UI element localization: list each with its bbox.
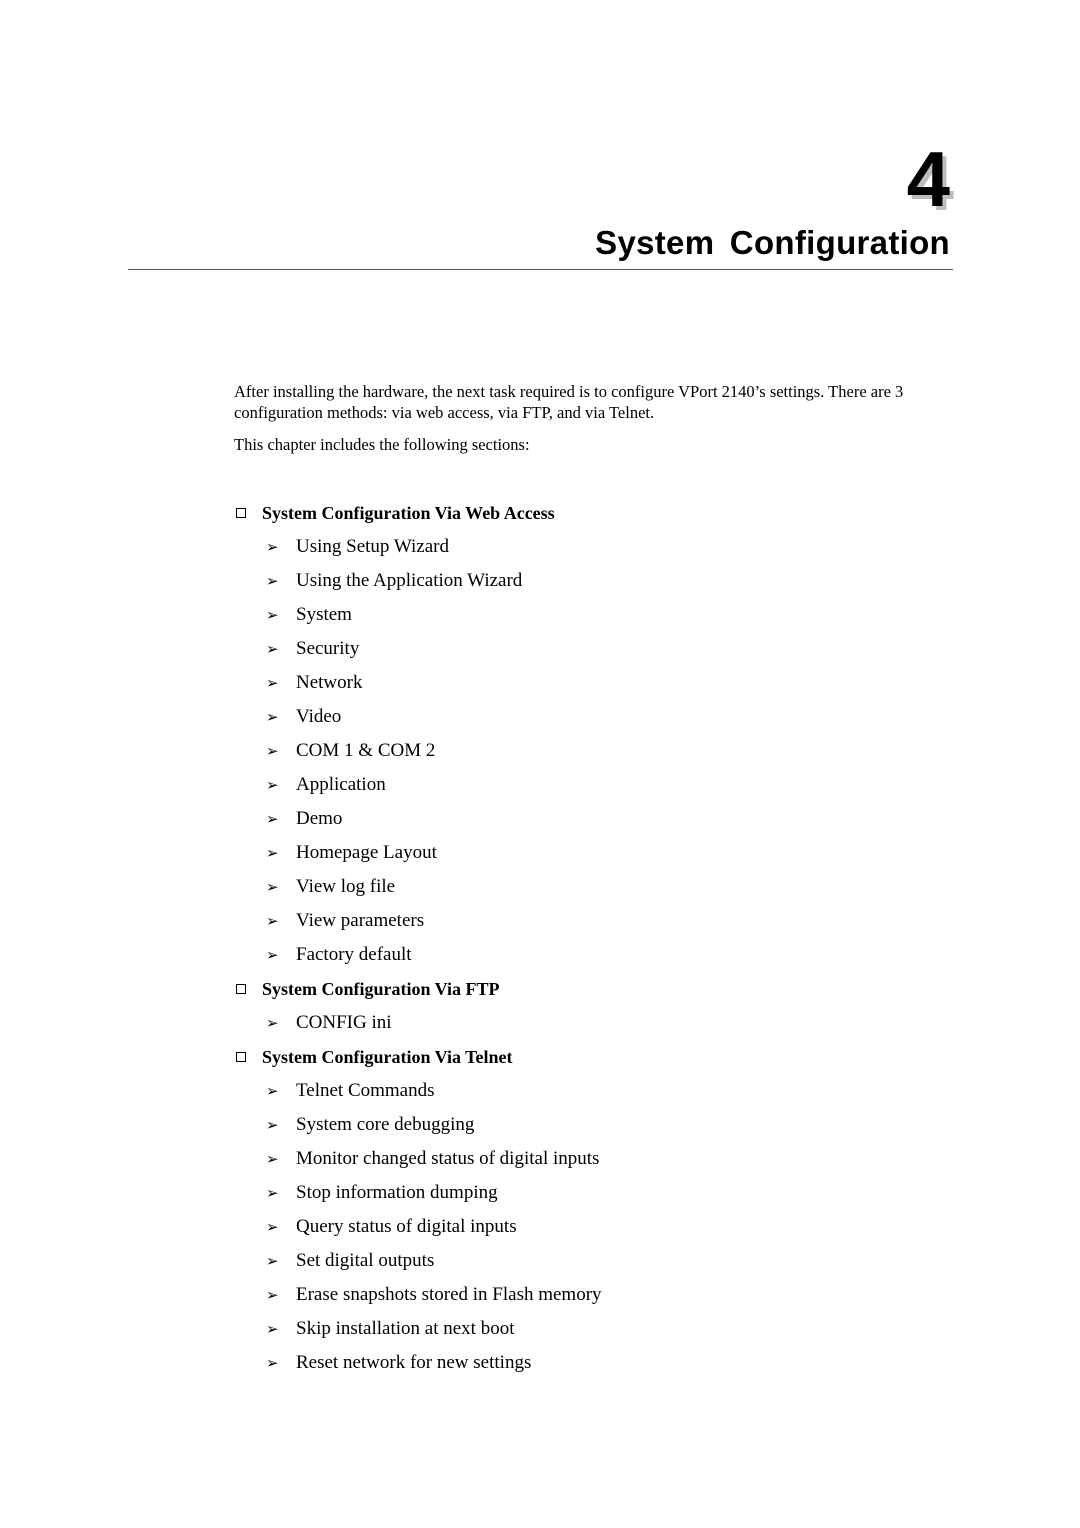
list-item: ➢ Network bbox=[234, 666, 934, 700]
list-item-label: Application bbox=[296, 774, 386, 795]
checkbox-square-icon bbox=[236, 508, 246, 518]
arrowhead-icon: ➢ bbox=[266, 1218, 279, 1236]
list-item-label: Skip installation at next boot bbox=[296, 1318, 515, 1339]
arrowhead-icon: ➢ bbox=[266, 1150, 279, 1168]
chapter-number: 4 bbox=[906, 135, 950, 223]
list-item-label: Demo bbox=[296, 808, 343, 829]
list-item-label: System bbox=[296, 604, 352, 625]
checkbox-square-icon bbox=[236, 984, 246, 994]
arrowhead-icon: ➢ bbox=[266, 1082, 279, 1100]
list-item: ➢ Erase snapshots stored in Flash memory bbox=[234, 1278, 934, 1312]
list-item-label: Stop information dumping bbox=[296, 1182, 498, 1203]
arrowhead-icon: ➢ bbox=[266, 606, 279, 624]
list-item-label: COM 1 & COM 2 bbox=[296, 740, 436, 761]
list-item: ➢ System core debugging bbox=[234, 1108, 934, 1142]
list-item-label: CONFIG ini bbox=[296, 1012, 392, 1033]
arrowhead-icon: ➢ bbox=[266, 1116, 279, 1134]
section-heading: System Configuration Via Telnet bbox=[234, 1040, 934, 1074]
list-item-label: Security bbox=[296, 638, 360, 659]
arrowhead-icon: ➢ bbox=[266, 708, 279, 726]
list-item: ➢ Using the Application Wizard bbox=[234, 564, 934, 598]
arrowhead-icon: ➢ bbox=[266, 674, 279, 692]
list-item-label: View parameters bbox=[296, 910, 425, 931]
intro-paragraph: This chapter includes the following sect… bbox=[234, 435, 530, 454]
list-item-label: Query status of digital inputs bbox=[296, 1216, 517, 1237]
title-divider bbox=[128, 269, 953, 270]
section-title: System Configuration Via FTP bbox=[262, 978, 500, 999]
list-item: ➢ Application bbox=[234, 768, 934, 802]
section-list: System Configuration Via Web Access ➢ Usin… bbox=[234, 496, 934, 1380]
intro: After installing the hardware, the next … bbox=[234, 381, 954, 466]
list-item: ➢ Skip installation at next boot bbox=[234, 1312, 934, 1346]
list-item: ➢ Telnet Commands bbox=[234, 1074, 934, 1108]
section-title: System Configuration Via Telnet bbox=[262, 1046, 513, 1067]
arrowhead-icon: ➢ bbox=[266, 1286, 279, 1304]
arrowhead-icon: ➢ bbox=[266, 776, 279, 794]
section-heading: System Configuration Via Web Access bbox=[234, 496, 934, 530]
list-item: ➢ Stop information dumping bbox=[234, 1176, 934, 1210]
arrowhead-icon: ➢ bbox=[266, 1014, 279, 1032]
arrowhead-icon: ➢ bbox=[266, 538, 279, 556]
arrowhead-icon: ➢ bbox=[266, 810, 279, 828]
arrowhead-icon: ➢ bbox=[266, 878, 279, 896]
list-item: ➢ Homepage Layout bbox=[234, 836, 934, 870]
list-item-label: View log file bbox=[296, 876, 396, 897]
list-item-label: Telnet Commands bbox=[296, 1080, 435, 1101]
list-item: ➢ Factory default bbox=[234, 938, 934, 972]
list-item-label: Using Setup Wizard bbox=[296, 536, 449, 557]
list-item: ➢ Set digital outputs bbox=[234, 1244, 934, 1278]
list-item-label: Set digital outputs bbox=[296, 1250, 435, 1271]
list-item: ➢ Reset network for new settings bbox=[234, 1346, 934, 1380]
checkbox-square-icon bbox=[236, 1052, 246, 1062]
list-item: ➢ Security bbox=[234, 632, 934, 666]
arrowhead-icon: ➢ bbox=[266, 1320, 279, 1338]
list-item-label: Video bbox=[296, 706, 342, 727]
list-item: ➢ Monitor changed status of digital input… bbox=[234, 1142, 934, 1176]
list-item: ➢ System bbox=[234, 598, 934, 632]
list-item: ➢ CONFIG ini bbox=[234, 1006, 934, 1040]
list-item-label: Factory default bbox=[296, 944, 412, 965]
list-item-label: Reset network for new settings bbox=[296, 1352, 532, 1373]
arrowhead-icon: ➢ bbox=[266, 844, 279, 862]
arrowhead-icon: ➢ bbox=[266, 946, 279, 964]
arrowhead-icon: ➢ bbox=[266, 640, 279, 658]
list-item: ➢ View parameters bbox=[234, 904, 934, 938]
list-item-label: Using the Application Wizard bbox=[296, 570, 523, 591]
list-item-label: Network bbox=[296, 672, 363, 693]
arrowhead-icon: ➢ bbox=[266, 1354, 279, 1372]
list-item-label: Homepage Layout bbox=[296, 842, 437, 863]
arrowhead-icon: ➢ bbox=[266, 1184, 279, 1202]
arrowhead-icon: ➢ bbox=[266, 1252, 279, 1270]
arrowhead-icon: ➢ bbox=[266, 572, 279, 590]
list-item: ➢ Demo bbox=[234, 802, 934, 836]
list-item: ➢ Video bbox=[234, 700, 934, 734]
list-item-label: Erase snapshots stored in Flash memory bbox=[296, 1284, 602, 1305]
intro-paragraph: After installing the hardware, the next … bbox=[234, 382, 904, 422]
arrowhead-icon: ➢ bbox=[266, 742, 279, 760]
arrowhead-icon: ➢ bbox=[266, 912, 279, 930]
list-item-label: System core debugging bbox=[296, 1114, 475, 1135]
section-title: System Configuration Via Web Access bbox=[262, 502, 555, 523]
list-item: ➢ Using Setup Wizard bbox=[234, 530, 934, 564]
section-heading: System Configuration Via FTP bbox=[234, 972, 934, 1006]
list-item: ➢ COM 1 & COM 2 bbox=[234, 734, 934, 768]
list-item: ➢ Query status of digital inputs bbox=[234, 1210, 934, 1244]
list-item: ➢ View log file bbox=[234, 870, 934, 904]
list-item-label: Monitor changed status of digital inputs bbox=[296, 1148, 600, 1169]
chapter-title: System Configuration bbox=[595, 224, 950, 261]
